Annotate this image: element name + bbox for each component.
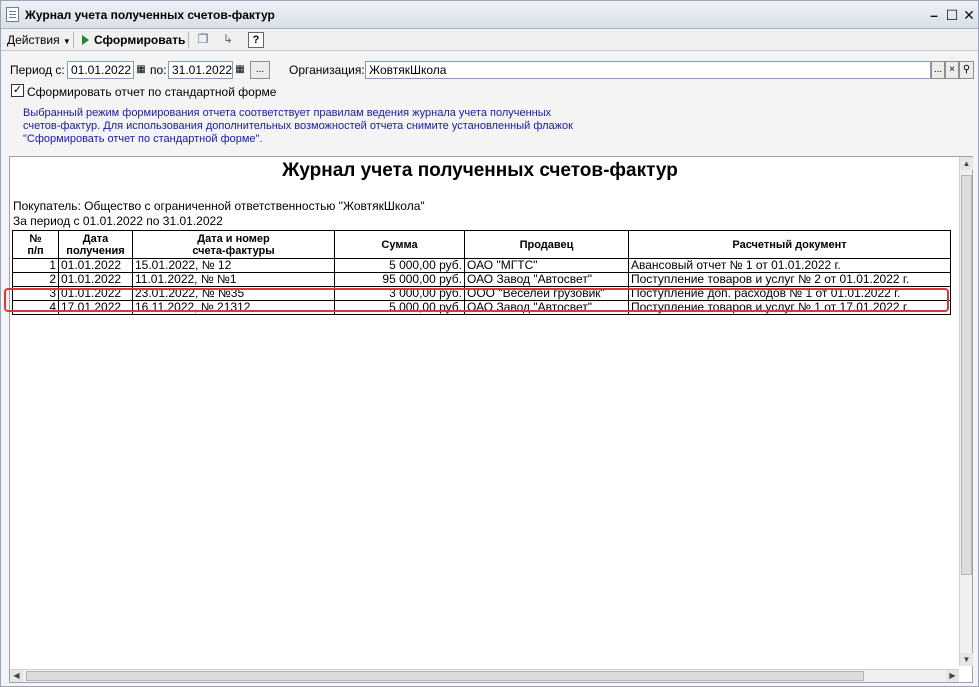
cell-amount: 5 000,00 руб. [334,258,465,273]
info-line: "Сформировать отчет по стандартной форме… [23,133,263,145]
minimize-icon[interactable]: – [925,6,943,24]
chevron-down-icon: ▼ [62,37,71,46]
organization-select-button[interactable]: ... [931,61,945,79]
scroll-thumb[interactable] [961,175,972,575]
toolbar-divider [73,32,74,48]
vertical-scrollbar[interactable]: ▲ ▼ [959,157,973,666]
row-highlight-frame [4,288,949,312]
header-received: Дата получения [58,230,133,259]
period-from-label: Период с: [10,63,65,77]
close-icon[interactable]: ✕ [960,6,978,24]
cell-received: 01.01.2022 [58,258,133,273]
header-seller: Продавец [464,230,629,259]
generate-label: Сформировать [94,33,186,47]
organization-label: Организация: [289,63,365,77]
cell-invoice: 15.01.2022, № 12 [132,258,335,273]
header-settlement: Расчетный документ [628,230,951,259]
cell-invoice: 11.01.2022, № №1 [132,272,335,287]
actions-label: Действия [7,33,60,47]
info-line: Выбранный режим формирования отчета соот… [23,107,552,119]
standard-form-checkbox[interactable]: ✓ [11,84,24,97]
table-row[interactable]: 1 01.01.2022 15.01.2022, № 12 5 000,00 р… [12,258,951,273]
copy-settings-icon[interactable]: ❐ [194,30,212,49]
cell-seller: ОАО Завод "Автосвет" [464,272,629,287]
actions-menu[interactable]: Действия ▼ [3,30,75,50]
period-to-label: по: [150,63,167,77]
scroll-left-icon[interactable]: ◀ [10,670,23,682]
help-button[interactable]: ? [248,32,264,48]
window-title: Журнал учета полученных счетов-фактур [25,8,275,22]
period-line: За период с 01.01.2022 по 31.01.2022 [13,214,223,228]
info-message: Выбранный режим формирования отчета соот… [23,107,623,146]
table-header-row: № п/п Дата получения Дата и номер счета-фак… [12,230,951,259]
period-select-button[interactable]: ... [250,61,270,79]
clear-icon[interactable]: × [945,61,959,79]
calendar-icon[interactable]: ▦ [233,62,247,78]
organization-field[interactable]: ЖовтякШкола [365,61,931,79]
report-window: Журнал учета полученных счетов-фактур – … [0,0,979,687]
scroll-thumb[interactable] [26,671,864,681]
horizontal-scrollbar[interactable]: ◀ ▶ [10,669,959,682]
header-num: № п/п [12,230,59,259]
maximize-icon[interactable]: ☐ [943,6,961,24]
cell-num: 1 [12,258,59,273]
report-title: Журнал учета полученных счетов-фактур [282,160,678,181]
period-from-field[interactable]: 01.01.2022 [67,61,134,79]
cell-settlement: Поступление товаров и услуг № 2 от 01.01… [628,272,951,287]
generate-button[interactable]: Сформировать [78,30,189,50]
header-amount: Сумма [334,230,465,259]
cell-settlement: Авансовый отчет № 1 от 01.01.2022 г. [628,258,951,273]
header-invoice: Дата и номер счета-фактуры [132,230,335,259]
document-icon [6,7,19,22]
export-icon[interactable]: ↳ [219,30,237,49]
toolbar: Действия ▼ Сформировать ❐ ↳ ? [1,29,978,51]
toolbar-divider [188,32,189,48]
period-to-field[interactable]: 31.01.2022 [168,61,233,79]
play-icon [82,35,89,45]
cell-num: 2 [12,272,59,287]
report-area: Журнал учета полученных счетов-фактур По… [9,156,973,683]
scroll-up-icon[interactable]: ▲ [960,157,973,170]
cell-amount: 95 000,00 руб. [334,272,465,287]
search-icon[interactable]: ⚲ [959,61,974,79]
table-row[interactable]: 2 01.01.2022 11.01.2022, № №1 95 000,00 … [12,272,951,287]
calendar-icon[interactable]: ▦ [134,62,148,78]
info-line: счетов-фактур. Для использования дополни… [23,120,573,132]
cell-seller: ОАО "МГТС" [464,258,629,273]
scroll-right-icon[interactable]: ▶ [946,670,959,682]
buyer-line: Покупатель: Общество с ограниченной отве… [13,199,425,213]
scroll-down-icon[interactable]: ▼ [960,653,973,666]
cell-received: 01.01.2022 [58,272,133,287]
standard-form-checkbox-label: Сформировать отчет по стандартной форме [27,85,277,99]
title-bar: Журнал учета полученных счетов-фактур – … [1,1,978,29]
